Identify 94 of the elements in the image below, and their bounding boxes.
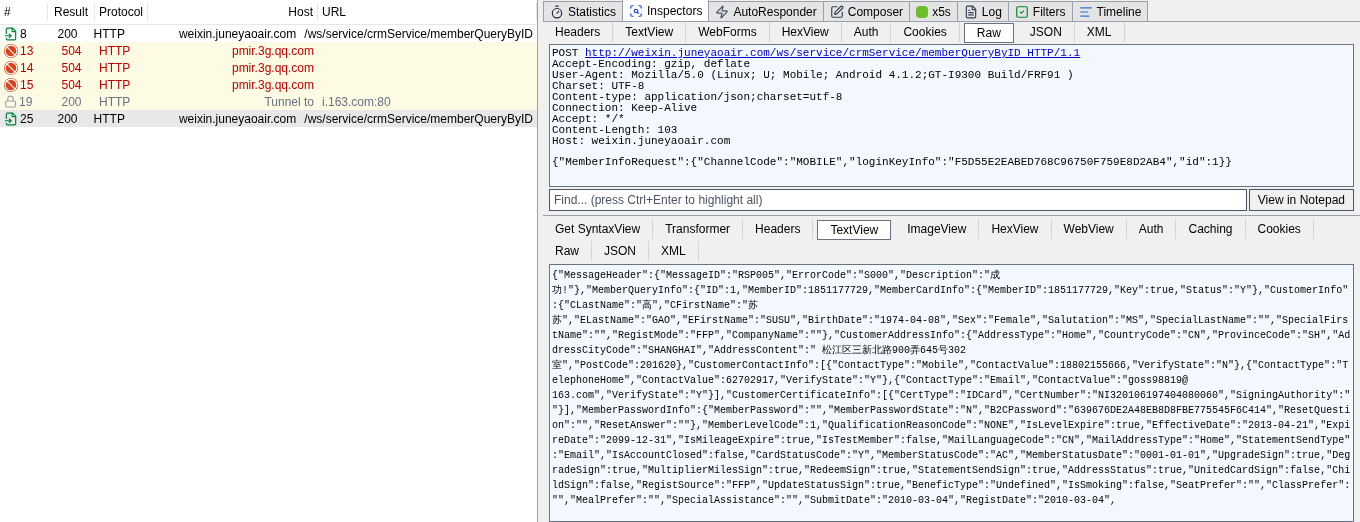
- tab[interactable]: AutoResponder: [708, 1, 824, 21]
- request-url-link[interactable]: http://weixin.juneyaoair.com/ws/service/crmService/memberQueryByID HTTP/1.1: [585, 47, 1081, 59]
- table-cell-text: 504: [61, 76, 82, 94]
- tab[interactable]: Raw: [543, 241, 592, 261]
- tab[interactable]: TextView: [613, 22, 687, 42]
- table-cell: i.163.com:80: [322, 94, 391, 109]
- session-row[interactable]: 14 504 HTTP pmir.3g.qq.com: [0, 59, 537, 76]
- lock-icon: [4, 95, 17, 108]
- header-line: User-Agent: Mozilla/5.0 (Linux; U; Mobile; Android 4.1.2;GT-I9300 Build/FRF91 ): [552, 70, 1075, 81]
- table-cell-text: weixin.juneyaoair.com: [178, 25, 297, 43]
- tab[interactable]: Statistics: [543, 1, 623, 21]
- header-line: Accept: */*: [552, 114, 626, 125]
- tab[interactable]: HexView: [979, 219, 1052, 239]
- tab[interactable]: Headers: [543, 22, 614, 42]
- lightning-icon: [715, 4, 730, 19]
- header-line: Charset: UTF-8: [552, 81, 645, 92]
- table-cell: HTTP: [99, 94, 131, 109]
- tab[interactable]: Caching: [1176, 219, 1246, 239]
- tab[interactable]: Headers: [743, 219, 814, 239]
- table-cell-text: 15: [20, 76, 34, 94]
- document-arrow-icon: [4, 111, 18, 126]
- session-row[interactable]: 19 200 HTTP Tunnel to i.163.com:80: [0, 93, 537, 110]
- blocked-icon: [4, 60, 18, 75]
- response-text: {"MessageHeader":{"MessageID":"RSP005","ErrorCode":"S000","Description":"成 功!"},"MemberQueryInfo":{"ID":1,"MemberID":1851177729,"MemberCardInfo":{"MemberID":1851177729,"Key":true,"Status":"Y"},"CustomerInfo" :{"CLastName":"高","CFirstName":"苏 苏","ELastName":"GAO","EFirstName":"SUSU","BirthDate":"1974-04-08","Sex":"Female","Salutation":"MS","SpecialLastName":"","SpecialFirs tName":"","RegistMode":"FFP","CompanyName":""},"CustomerAddressInfo":{"AddressType":"Home","CountryCode":"CN","ProvinceCode":"SH","Ad dressCityCode":"SHANGHAI","AddressContent":" 松江区三新北路900弄645号302 室","PostCode":201620},"CustomerContactInfo":[{"ContactType":"Mobile","ContactValue":18802155666,"VerifyState":"N"},{"ContactType":"T elephoneHome","ContactValue":62702917,"VerifyState":"Y"},{"ContactType":"Email","ContactValue":"goss98819@ 163.com","VerifyState":"Y"}],"CustomerCertificateInfo":[{"CertType":"IDCard","CertNumber":"NI320106197404080060","SigningAuthority":" "}],"MemberPasswordInfo":{"MemberPassword":"","MemberPasswordState":"N","B2CPassword":"639676DE2A48EB8D8FBE775545F6C414","ResetQuesti on":"","ResetAnswer":""},"MemberLevelCode":1,"QualificationReasonCode":"NONE","IsLevelExpire":true,"EffectiveDate":"2013-04-21","Expi reDate":"2099-12-31","IsMileageExpire":true,"IsTestMember":false,"MailLanguageCode":"CN","MailAddressType":"Home","StatementSendType" :"Email","IsAccountClosed":false,"CardStatusCode":"Y","MemberStatusCode":"AC","MemberStatusDate":"0001-01-01","UpgradeSign":true,"Deg radeSign":true,"MultiplierMilesSign":true,"RedeemSign":true,"StatementSendSign":true,"AddressStatus":true,"UnitedCardSign":false,"Chi ldSign":false,"RegistSource":"FFP","UpdateStatusSign":true,"BeneficType":"Undefined","IsSmoking":false,"SeatPrefer":"","ClassPrefer": "","MealPrefer":"","SpecialAssistance":"","SubmitDate":"2010-03-04","RegistDate":"2010-03-04",: [549, 264, 1354, 522]
- tab[interactable]: ImageView: [895, 219, 980, 239]
- session-row[interactable]: 13 504 HTTP pmir.3g.qq.com: [0, 42, 537, 59]
- table-cell-text: 504: [61, 42, 82, 60]
- table-cell-text: 200: [61, 93, 82, 111]
- session-row[interactable]: 25 200 HTTP weixin.juneyaoair.com /ws/service/crmService/memberQueryByID: [0, 110, 537, 127]
- column-header[interactable]: URL: [318, 3, 537, 21]
- tab[interactable]: Timeline: [1071, 1, 1149, 21]
- tab[interactable]: Get SyntaxView: [543, 219, 654, 239]
- table-cell-text: 504: [61, 59, 82, 77]
- table-cell-text: 25: [20, 110, 34, 128]
- tab[interactable]: XML: [649, 241, 699, 261]
- table-cell-text: 200: [57, 110, 78, 128]
- tab[interactable]: Auth: [1126, 219, 1177, 239]
- blocked-icon: [4, 43, 18, 58]
- tab[interactable]: TextView: [817, 220, 892, 240]
- tab[interactable]: JSON: [1017, 22, 1075, 42]
- table-cell: HTTP: [93, 26, 125, 41]
- header-line: Content-type: application/json;charset=utf-8: [552, 92, 844, 103]
- tab[interactable]: Raw: [963, 23, 1014, 43]
- find-field[interactable]: Find... (press Ctrl+Enter to highlight all): [549, 189, 1247, 211]
- timeline-icon: [1078, 4, 1093, 19]
- table-cell: HTTP: [99, 60, 131, 75]
- header-line: Host: weixin.juneyaoair.com: [552, 136, 732, 147]
- tab[interactable]: Inspectors: [622, 0, 710, 21]
- tab[interactable]: WebView: [1051, 219, 1127, 239]
- tab[interactable]: Transformer: [653, 219, 744, 239]
- table-cell-text: 14: [20, 59, 34, 77]
- column-header[interactable]: #: [0, 3, 48, 21]
- method-text: POST: [552, 47, 579, 59]
- tab[interactable]: Log: [956, 1, 1009, 21]
- view-in-notepad-button[interactable]: View in Notepad: [1248, 189, 1354, 211]
- inspect-icon: [629, 3, 643, 18]
- blocked-icon: [4, 77, 18, 92]
- table-cell-text: 8: [20, 25, 27, 43]
- header-line: Accept-Encoding: gzip, deflate: [552, 59, 751, 70]
- table-cell-text: pmir.3g.qq.com: [231, 59, 314, 77]
- stopwatch-icon: [550, 4, 564, 19]
- table-cell: /ws/service/crmService/memberQueryByID: [304, 26, 533, 41]
- column-header[interactable]: Result: [48, 3, 95, 21]
- table-cell-text: 13: [20, 42, 34, 60]
- table-cell-text: 19: [19, 93, 33, 111]
- tab[interactable]: Cookies: [891, 22, 960, 42]
- session-row[interactable]: 15 504 HTTP pmir.3g.qq.com: [0, 76, 537, 93]
- tab[interactable]: Auth: [841, 22, 892, 42]
- table-cell: HTTP: [99, 77, 131, 92]
- header-line: Connection: Keep-Alive: [552, 103, 698, 114]
- tab[interactable]: WebForms: [686, 22, 770, 42]
- table-cell-text: Tunnel to: [264, 93, 314, 111]
- checkbox-icon: [1014, 4, 1029, 19]
- tab[interactable]: Cookies: [1245, 219, 1314, 239]
- tab[interactable]: JSON: [592, 241, 650, 261]
- tab[interactable]: HexView: [769, 22, 842, 42]
- column-header[interactable]: Host: [148, 3, 318, 21]
- table-cell-text: pmir.3g.qq.com: [231, 42, 314, 60]
- table-cell: HTTP: [93, 111, 125, 126]
- table-cell-text: pmir.3g.qq.com: [231, 76, 314, 94]
- request-body: {"MemberInfoRequest":{"ChannelCode":"MOBILE","loginKeyInfo":"F5D55E2EABED768C96750F759E8D2AB4","id":1}}: [552, 157, 1233, 168]
- header-line: Content-Length: 103: [552, 125, 678, 136]
- document-icon: [963, 4, 978, 19]
- table-cell-text: 200: [57, 25, 78, 43]
- table-cell: HTTP: [99, 43, 131, 58]
- document-arrow-icon: [4, 26, 18, 41]
- pencil-icon: [829, 4, 844, 19]
- table-cell-text: weixin.juneyaoair.com: [178, 110, 297, 128]
- tab[interactable]: Composer: [822, 1, 911, 21]
- tab[interactable]: XML: [1074, 22, 1125, 42]
- table-cell: /ws/service/crmService/memberQueryByID: [304, 111, 533, 126]
- tab[interactable]: x5s: [909, 1, 958, 21]
- tab[interactable]: Filters: [1007, 1, 1073, 21]
- column-header[interactable]: Protocol: [95, 3, 148, 21]
